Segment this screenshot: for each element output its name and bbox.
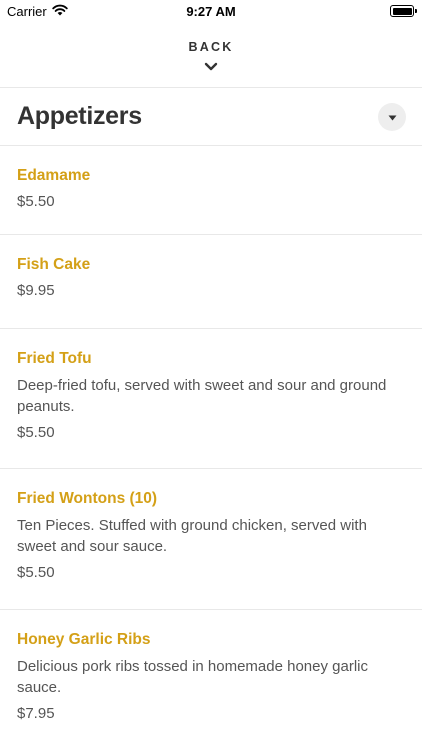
back-label: BACK (188, 40, 234, 54)
menu-item-fried-wontons[interactable]: Fried Wontons (10) Ten Pieces. Stuffed w… (0, 469, 422, 610)
menu-item-honey-garlic-ribs[interactable]: Honey Garlic Ribs Delicious pork ribs to… (0, 610, 422, 750)
item-name: Edamame (17, 167, 91, 184)
item-price: $5.50 (17, 424, 55, 441)
item-description: Ten Pieces. Stuffed with ground chicken,… (17, 517, 367, 555)
item-description: Deep-fried tofu, served with sweet and s… (17, 377, 387, 415)
category-title: Appetizers (17, 102, 142, 130)
chevron-down-icon (204, 58, 218, 76)
item-price: $5.50 (17, 193, 55, 210)
item-name: Fish Cake (17, 256, 91, 273)
item-price: $5.50 (17, 564, 55, 581)
item-name: Honey Garlic Ribs (17, 631, 151, 648)
menu-item-fish-cake[interactable]: Fish Cake $9.95 (0, 235, 422, 329)
menu-list: Edamame $5.50 Fish Cake $9.95 Fried Tofu… (0, 146, 422, 750)
menu-item-edamame[interactable]: Edamame $5.50 (0, 146, 422, 235)
item-name: Fried Wontons (10) (17, 490, 158, 507)
item-price: $7.95 (17, 705, 55, 722)
status-bar: Carrier 9:27 AM (0, 0, 422, 22)
battery-icon (390, 5, 417, 17)
category-dropdown-button[interactable] (378, 102, 406, 131)
back-button[interactable]: BACK (0, 22, 422, 88)
item-price: $9.95 (17, 282, 55, 299)
category-header: Appetizers (0, 88, 422, 146)
menu-item-fried-tofu[interactable]: Fried Tofu Deep-fried tofu, served with … (0, 329, 422, 469)
caret-down-icon (388, 108, 397, 126)
item-name: Fried Tofu (17, 350, 92, 367)
status-time: 9:27 AM (186, 4, 236, 19)
item-description: Delicious pork ribs tossed in homemade h… (17, 658, 369, 696)
